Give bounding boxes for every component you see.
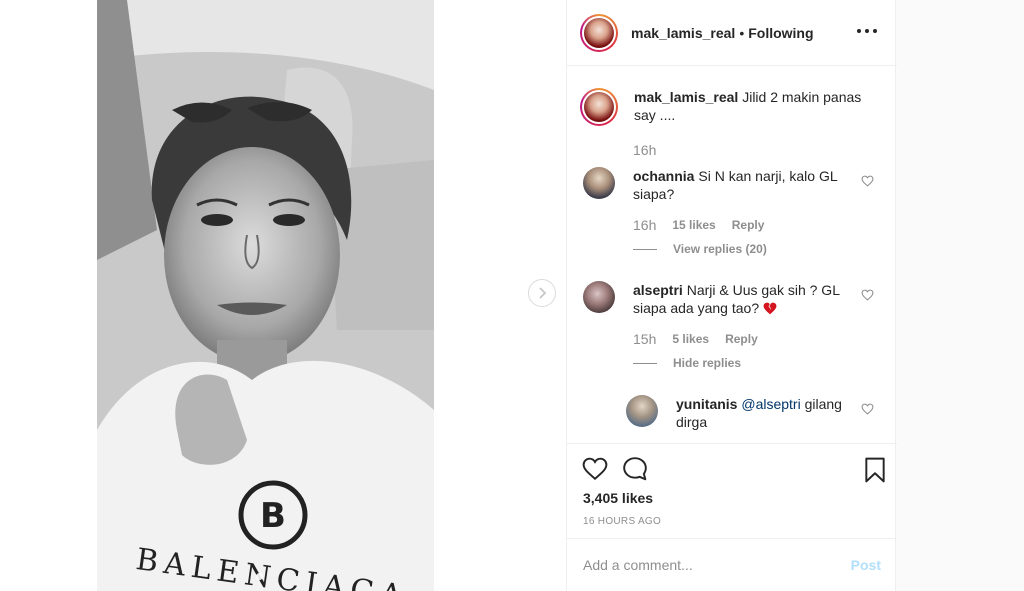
- comment-likes[interactable]: 15 likes: [672, 218, 715, 232]
- comment-item: ochannia Si N kan narji, kalo GL siapa?: [583, 167, 883, 203]
- post-actions: 3,405 likes 16 HOURS AGO: [567, 443, 897, 539]
- next-media-button[interactable]: [528, 279, 556, 307]
- add-comment-form: Post: [567, 538, 897, 591]
- reply-avatar[interactable]: [626, 395, 658, 427]
- reply-username[interactable]: yunitanis: [676, 396, 737, 412]
- post-caption: mak_lamis_real Jilid 2 makin panas say .…: [580, 88, 880, 126]
- like-heart-icon[interactable]: [582, 457, 608, 481]
- more-options-icon[interactable]: [857, 24, 877, 38]
- following-button[interactable]: Following: [748, 25, 813, 41]
- save-bookmark-icon[interactable]: [864, 457, 886, 483]
- post-video[interactable]: B BALENCIAGA: [97, 0, 434, 591]
- reply-like-heart-icon[interactable]: [861, 403, 874, 415]
- chevron-right-icon: [539, 287, 547, 299]
- comment-like-heart-icon[interactable]: [861, 175, 874, 187]
- broken-heart-emoji-icon: [763, 302, 777, 315]
- comments-list[interactable]: mak_lamis_real Jilid 2 makin panas say .…: [567, 67, 897, 443]
- caption-time[interactable]: 16h: [633, 142, 656, 158]
- author-username[interactable]: mak_lamis_real: [631, 25, 735, 41]
- comment-username[interactable]: alseptri: [633, 282, 683, 298]
- comment-item: alseptri Narji & Uus gak sih ? GL siapa …: [583, 281, 883, 317]
- comment-username[interactable]: ochannia: [633, 168, 694, 184]
- view-replies-label: View replies (20): [673, 242, 767, 256]
- comment-likes[interactable]: 5 likes: [672, 332, 709, 346]
- likes-count[interactable]: 3,405 likes: [583, 490, 653, 506]
- comment-bubble-icon[interactable]: [622, 456, 648, 482]
- comment-reply-button[interactable]: Reply: [725, 332, 758, 346]
- view-replies-toggle[interactable]: View replies (20): [633, 242, 767, 256]
- comment-time[interactable]: 16h: [633, 217, 656, 233]
- hide-replies-label: Hide replies: [673, 356, 742, 370]
- header-separator: •: [739, 24, 745, 41]
- comment-reply-button[interactable]: Reply: [732, 218, 765, 232]
- post-side-panel: mak_lamis_real • Following mak_lamis_rea…: [566, 0, 897, 591]
- video-frame-illustration: B BALENCIAGA: [97, 0, 434, 591]
- post-timestamp[interactable]: 16 HOURS AGO: [583, 516, 661, 527]
- author-avatar[interactable]: [580, 13, 618, 52]
- hide-replies-toggle[interactable]: Hide replies: [633, 356, 741, 370]
- comment-like-heart-icon[interactable]: [861, 289, 874, 301]
- comment-meta: 16h 15 likes Reply: [633, 217, 764, 233]
- caption-username[interactable]: mak_lamis_real: [634, 89, 738, 105]
- post-comment-button[interactable]: Post: [851, 557, 881, 573]
- media-area: B BALENCIAGA: [0, 0, 566, 591]
- comment-input[interactable]: [583, 557, 851, 573]
- commenter-avatar[interactable]: [583, 281, 615, 313]
- reply-item: yunitanis @alseptri gilang dirga: [626, 395, 876, 431]
- post-header: mak_lamis_real • Following: [567, 0, 897, 66]
- media-progress-dot: [256, 573, 263, 580]
- shirt-logo-text: B: [260, 496, 286, 536]
- caption-avatar[interactable]: [580, 88, 618, 126]
- comment-time[interactable]: 15h: [633, 331, 656, 347]
- commenter-avatar[interactable]: [583, 167, 615, 199]
- comment-meta: 15h 5 likes Reply: [633, 331, 758, 347]
- reply-mention-link[interactable]: @alseptri: [741, 396, 800, 412]
